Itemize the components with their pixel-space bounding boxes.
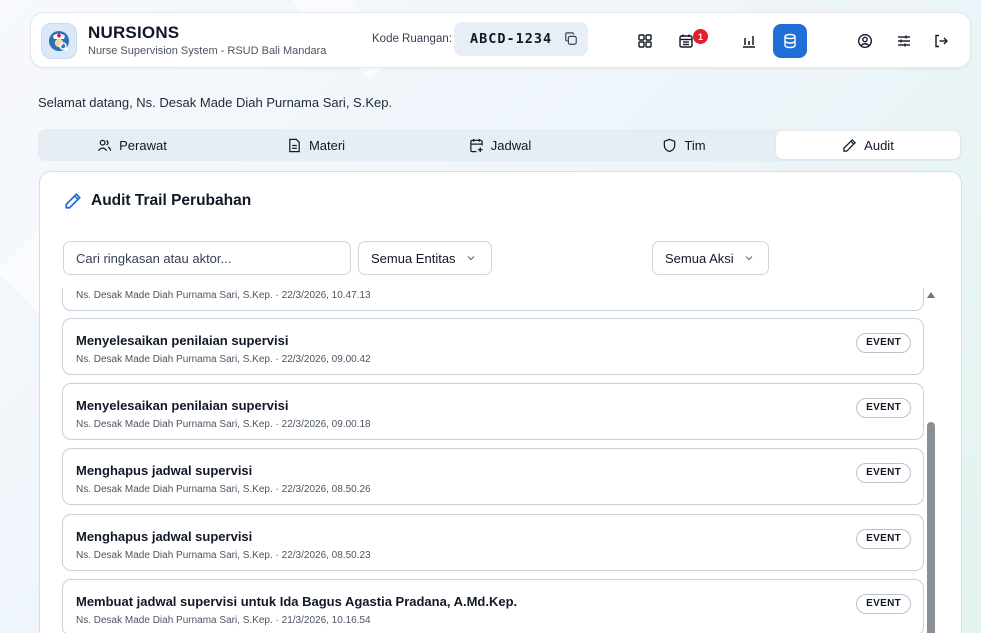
app-title: NURSIONS — [88, 23, 180, 42]
copy-icon[interactable] — [564, 32, 578, 46]
tab-label: Tim — [684, 137, 706, 153]
action-filter-select[interactable]: Semua Aksi — [652, 241, 769, 275]
audit-item-title: Membuat jadwal supervisi untuk Ida Bagus… — [76, 594, 518, 609]
list-item[interactable]: Menghapus jadwal supervisi Ns. Desak Mad… — [62, 514, 924, 571]
database-icon — [784, 33, 796, 49]
scrollbar-thumb[interactable] — [927, 422, 935, 633]
calendar-icon — [679, 34, 693, 48]
list-item[interactable]: Menghapus jadwal supervisi Ns. Desak Mad… — [62, 448, 924, 505]
audit-panel: Audit Trail Perubahan Semua Entitas Semu… — [39, 171, 962, 633]
pencil-icon — [843, 138, 857, 152]
tab-materi[interactable]: Materi — [224, 131, 408, 159]
logout-icon — [935, 34, 948, 48]
list-item[interactable]: Membuat jadwal supervisi untuk Ida Bagus… — [62, 579, 924, 633]
sliders-icon — [898, 35, 910, 47]
app-subtitle: Nurse Supervision System - RSUD Bali Man… — [88, 45, 327, 57]
notification-badge: 1 — [693, 29, 708, 44]
calendar-plus-icon — [470, 138, 483, 152]
event-badge: EVENT — [856, 463, 911, 483]
audit-item-meta: Ns. Desak Made Diah Purnama Sari, S.Kep.… — [76, 550, 371, 561]
statistics-button[interactable] — [732, 24, 766, 58]
action-filter-value: Semua Aksi — [665, 250, 734, 266]
audit-list[interactable]: Ns. Desak Made Diah Purnama Sari, S.Kep.… — [62, 288, 964, 633]
entity-filter-select[interactable]: Semua Entitas — [358, 241, 492, 275]
dashboard-grid-icon — [638, 34, 652, 48]
app-logo — [41, 23, 77, 59]
app-header: NURSIONS Nurse Supervision System - RSUD… — [30, 12, 971, 68]
audit-item-meta: Ns. Desak Made Diah Purnama Sari, S.Kep.… — [76, 615, 371, 626]
audit-item-meta: Ns. Desak Made Diah Purnama Sari, S.Kep.… — [76, 354, 371, 365]
user-circle-icon — [857, 33, 873, 49]
profile-button[interactable] — [848, 24, 882, 58]
scroll-up-arrow-icon[interactable] — [927, 292, 935, 298]
tab-label: Perawat — [119, 137, 167, 153]
scrollbar[interactable] — [926, 292, 936, 633]
users-icon — [98, 139, 112, 151]
tab-label: Jadwal — [490, 137, 532, 153]
nurse-logo-icon — [49, 31, 69, 52]
welcome-message: Selamat datang, Ns. Desak Made Diah Purn… — [38, 95, 393, 110]
event-badge: EVENT — [856, 529, 911, 549]
chevron-down-icon — [745, 256, 753, 261]
room-code-label: Kode Ruangan: — [372, 33, 452, 45]
calendar-button[interactable]: 1 — [669, 24, 708, 58]
database-button[interactable] — [773, 24, 807, 58]
audit-item-title: Menghapus jadwal supervisi — [76, 463, 253, 478]
shield-icon — [664, 138, 676, 152]
event-badge: EVENT — [856, 398, 911, 418]
panel-title: Audit Trail Perubahan — [64, 192, 251, 210]
room-code-box: ABCD-1234 — [454, 22, 588, 56]
audit-item-title: Menghapus jadwal supervisi — [76, 529, 253, 544]
list-item[interactable]: Menyelesaikan penilaian supervisi Ns. De… — [62, 383, 924, 440]
dashboard-button[interactable] — [628, 24, 662, 58]
main-tabs: Perawat Materi Jadwal Tim Audit — [38, 129, 962, 161]
list-item[interactable]: Ns. Desak Made Diah Purnama Sari, S.Kep.… — [62, 288, 924, 311]
chevron-down-icon — [467, 256, 474, 261]
audit-item-meta: Ns. Desak Made Diah Purnama Sari, S.Kep.… — [76, 484, 371, 495]
entity-filter-value: Semua Entitas — [371, 250, 456, 266]
tab-label: Materi — [308, 137, 346, 153]
tab-audit[interactable]: Audit — [776, 131, 960, 159]
document-icon — [289, 138, 300, 152]
tab-tim[interactable]: Tim — [592, 131, 776, 159]
audit-item-meta: Ns. Desak Made Diah Purnama Sari, S.Kep.… — [76, 290, 371, 301]
list-item[interactable]: Menyelesaikan penilaian supervisi Ns. De… — [62, 318, 924, 375]
pencil-icon — [65, 193, 81, 209]
search-input[interactable] — [63, 241, 351, 275]
event-badge: EVENT — [856, 333, 911, 353]
event-badge: EVENT — [856, 594, 911, 614]
settings-button[interactable] — [887, 24, 921, 58]
bar-chart-icon — [743, 36, 755, 48]
logout-button[interactable] — [924, 24, 958, 58]
audit-item-title: Menyelesaikan penilaian supervisi — [76, 398, 289, 413]
audit-item-meta: Ns. Desak Made Diah Purnama Sari, S.Kep.… — [76, 419, 371, 430]
tab-perawat[interactable]: Perawat — [40, 131, 224, 159]
tab-jadwal[interactable]: Jadwal — [408, 131, 592, 159]
tab-label: Audit — [864, 137, 894, 153]
audit-item-title: Menyelesaikan penilaian supervisi — [76, 333, 289, 348]
room-code-value: ABCD-1234 — [470, 31, 553, 47]
panel-title-text: Audit Trail Perubahan — [91, 192, 252, 209]
